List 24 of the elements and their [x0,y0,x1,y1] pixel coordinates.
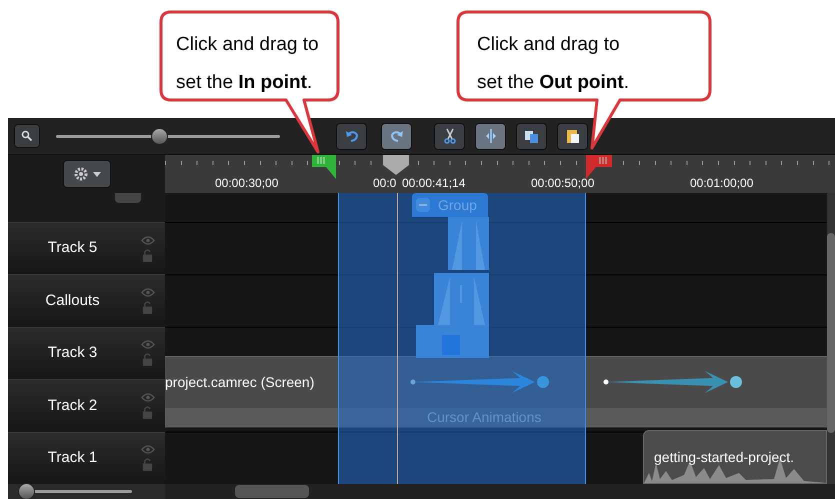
track-header[interactable]: Track 2 [8,379,165,432]
track-header[interactable]: Track 1 [8,432,165,484]
track-name: Track 3 [48,343,98,364]
clip-label: project.camrec (Screen) [165,373,314,392]
time-label: 00:01:00;00 [690,175,754,192]
track-name: Track 5 [48,238,98,258]
track-header[interactable]: Callouts [8,274,165,327]
callout-text: Click and drag to set the In point. [176,33,320,95]
clip-label: getting-started-project. [654,448,794,467]
strip-label: Cursor Animations [427,408,542,427]
time-label: 00:00:50;00 [531,175,594,192]
time-label: 00:00:30;00 [215,175,278,192]
group-label: Group [438,196,477,215]
track-header[interactable]: Track 5 [8,222,165,274]
screen-clip[interactable]: project.camrec (Screen) [165,356,827,408]
time-label: 00:0 [373,175,396,192]
track-name: Track 1 [48,448,98,468]
time-ruler[interactable]: 00:00:30;00 00:0 00:00:41;14 00:00:50;00 00:01:00;00 [165,155,835,193]
track-name: Track 2 [48,396,98,416]
audio-clip[interactable]: getting-started-project. [643,430,827,484]
track-name: Callouts [45,290,100,311]
track-header[interactable]: Track 3 [8,326,165,380]
callout-text: Click and drag to set the Out point. [477,33,630,95]
timeline-canvas[interactable]: Group project.camrec (Screen) Cursor Animations getting-started-project. [165,193,827,484]
